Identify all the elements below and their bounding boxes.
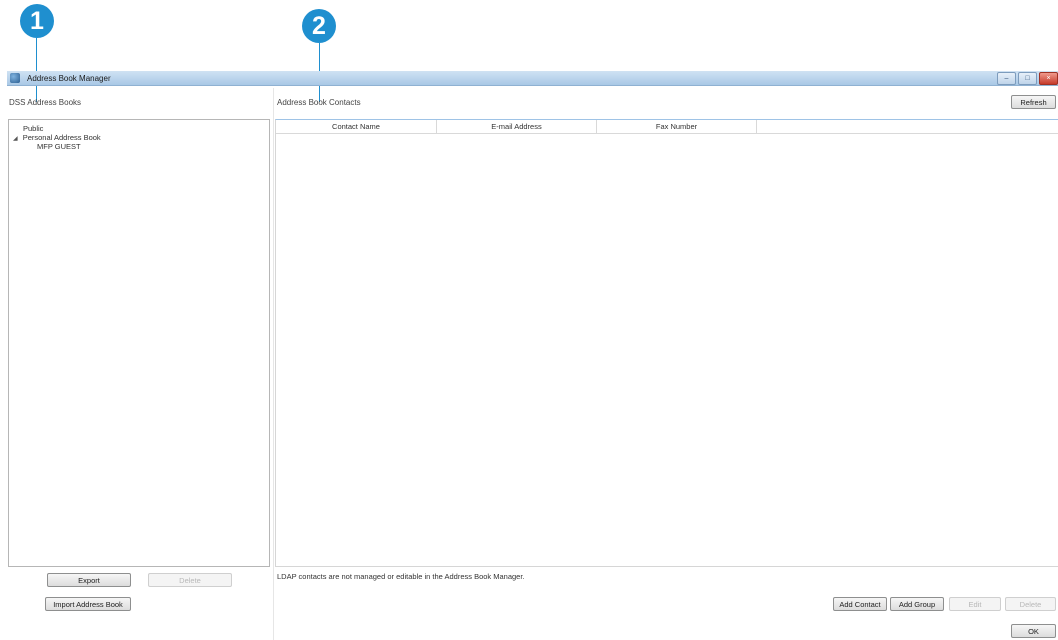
contacts-grid[interactable]: Contact Name E-mail Address Fax Number [275,119,1058,567]
window-title: Address Book Manager [27,73,111,83]
callout-number: 2 [312,11,326,40]
dss-address-books-title: DSS Address Books [9,98,82,107]
tree-item-label: Public [23,124,44,133]
expand-arrow-icon[interactable]: ◢ [13,136,18,142]
maximize-button[interactable]: □ [1018,72,1037,85]
delete-address-book-button[interactable]: Delete [148,573,232,587]
edit-contact-button[interactable]: Edit [949,597,1001,611]
app-icon [10,73,20,83]
minimize-button[interactable]: – [997,72,1016,85]
callout-line-1 [36,38,37,102]
column-header-contact-name[interactable]: Contact Name [276,120,437,133]
add-contact-button[interactable]: Add Contact [833,597,887,611]
callout-number: 1 [30,6,44,35]
address-book-tree[interactable]: Public ◢ Personal Address Book MFP GUEST [8,119,270,567]
contacts-grid-header: Contact Name E-mail Address Fax Number [276,120,1058,134]
tree-item-label: MFP GUEST [37,142,81,151]
column-header-email-address[interactable]: E-mail Address [437,120,597,133]
tree-item-label: Personal Address Book [22,133,101,142]
import-address-book-button[interactable]: Import Address Book [45,597,131,611]
delete-contact-button[interactable]: Delete [1005,597,1056,611]
tree-item-mfp-guest[interactable]: MFP GUEST [37,142,81,151]
tree-item-personal-address-book[interactable]: ◢ Personal Address Book [13,133,101,142]
callout-marker-2: 2 [302,9,336,43]
callout-marker-1: 1 [20,4,54,38]
refresh-button[interactable]: Refresh [1011,95,1056,109]
ldap-note: LDAP contacts are not managed or editabl… [277,572,525,581]
ok-button[interactable]: OK [1011,624,1056,638]
window-controls: – □ × [997,72,1058,85]
add-group-button[interactable]: Add Group [890,597,944,611]
column-header-fax-number[interactable]: Fax Number [597,120,757,133]
export-button[interactable]: Export [47,573,131,587]
close-button[interactable]: × [1039,72,1058,85]
tree-item-public[interactable]: Public [23,124,43,133]
window-titlebar: Address Book Manager – □ × [7,71,1058,86]
address-book-contacts-title: Address Book Contacts [277,98,361,107]
panel-divider [273,88,274,640]
